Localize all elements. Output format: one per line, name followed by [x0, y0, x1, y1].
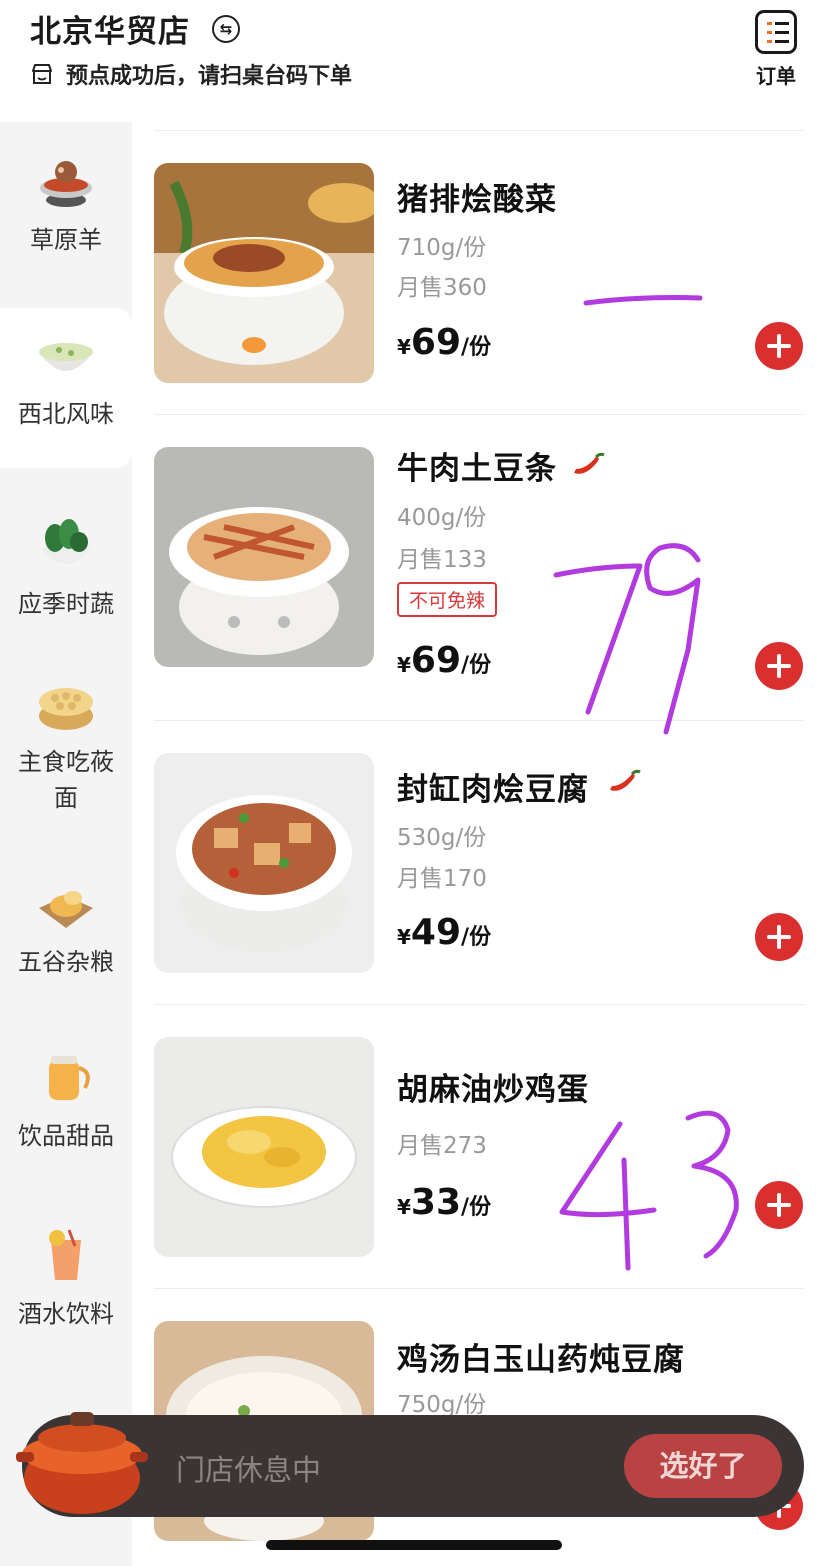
dish-price: ¥69/份 [397, 640, 491, 681]
currency-symbol: ¥ [397, 335, 411, 359]
price-value: 69 [410, 640, 462, 681]
dish-sales: 月售133 [397, 547, 487, 573]
price-value: 33 [410, 1182, 462, 1223]
divider [154, 720, 804, 721]
dish-weight: 710g/份 [397, 235, 487, 261]
sidebar-item-label: 应季时蔬 [18, 590, 114, 618]
sidebar-item-label: 主食吃莜面 [18, 748, 114, 812]
dish-sales: 月售360 [397, 275, 487, 301]
add-to-cart-button[interactable] [755, 642, 803, 690]
dish-name: 封缸肉烩豆腐 [397, 772, 589, 808]
sidebar-item-label: 酒水饮料 [18, 1300, 114, 1328]
order-label: 订单 [756, 64, 796, 88]
soup-bowl-icon [39, 343, 93, 371]
store-name[interactable]: 北京华贸店 [30, 6, 190, 51]
sidebar-item-label: 五谷杂粮 [18, 948, 114, 976]
sidebar-item-label: 草原羊 [30, 226, 102, 254]
grain-snack-icon [39, 891, 93, 928]
currency-symbol: ¥ [397, 1195, 411, 1219]
sidebar-item-staple[interactable]: 主食吃莜面 [0, 678, 132, 816]
dish-name: 牛肉土豆条 [397, 451, 557, 487]
shop-icon [32, 64, 52, 84]
sidebar-item-vegetables[interactable]: 应季时蔬 [0, 514, 132, 622]
sidebar-item-grains[interactable]: 五谷杂粮 [0, 878, 132, 980]
divider [154, 1004, 804, 1005]
dish-list: 猪排烩酸菜 710g/份 月售360 ¥69/份 牛肉土豆条 400g/份 月售… [132, 122, 828, 1566]
dish-name: 胡麻油炒鸡蛋 [397, 1072, 589, 1108]
price-value: 69 [410, 322, 462, 363]
dish-price: ¥49/份 [397, 912, 491, 953]
vegetable-bowl-icon [41, 519, 91, 564]
divider [154, 1288, 804, 1289]
price-unit: /份 [461, 335, 492, 360]
chili-icon [574, 452, 605, 474]
add-to-cart-button[interactable] [755, 1181, 803, 1229]
steamer-icon [39, 688, 93, 730]
dish-name: 猪排烩酸菜 [397, 182, 557, 218]
sidebar-item-beverages[interactable]: 酒水饮料 [0, 1226, 132, 1332]
dish-image[interactable] [154, 753, 374, 973]
category-sidebar: 草原羊 西北风味 应季时蔬 主食吃莜面 五谷杂粮 饮品甜品 酒水饮料 [0, 122, 132, 1566]
dish-sales: 月售273 [397, 1133, 487, 1159]
dish-sales: 月售170 [397, 866, 487, 892]
dish-image[interactable] [154, 447, 374, 667]
sidebar-item-northwest[interactable]: 西北风味 [0, 308, 132, 468]
sidebar-item-label: 饮品甜品 [18, 1122, 114, 1150]
home-indicator[interactable] [266, 1540, 562, 1550]
store-closed-status: 门店休息中 [176, 1453, 322, 1487]
dish-image[interactable] [154, 1037, 374, 1257]
dish-weight: 530g/份 [397, 825, 487, 851]
teapot-icon [49, 1056, 90, 1100]
header: 北京华贸店 ⇆ 预点成功后，请扫桌台码下单 订单 [0, 0, 828, 122]
currency-symbol: ¥ [397, 925, 411, 949]
price-value: 49 [410, 912, 462, 953]
no-spice-removal-tag: 不可免辣 [397, 582, 498, 617]
divider [154, 130, 804, 131]
checkout-button[interactable]: 选好了 [624, 1434, 782, 1498]
price-unit: /份 [461, 653, 492, 678]
sidebar-item-label: 西北风味 [18, 400, 114, 428]
dish-image[interactable] [154, 163, 374, 383]
order-button[interactable]: 订单 [752, 10, 800, 89]
sidebar-item-drinks-desserts[interactable]: 饮品甜品 [0, 1050, 132, 1154]
dish-weight: 400g/份 [397, 505, 487, 531]
cart-pot-icon[interactable] [14, 1398, 150, 1518]
divider [154, 414, 804, 415]
order-list-icon [755, 10, 797, 54]
currency-symbol: ¥ [397, 653, 411, 677]
add-to-cart-button[interactable] [755, 913, 803, 961]
lamb-hotpot-icon [40, 161, 92, 207]
chili-icon [610, 769, 641, 791]
price-unit: /份 [461, 1195, 492, 1220]
sidebar-item-lamb[interactable]: 草原羊 [0, 150, 132, 258]
add-to-cart-button[interactable] [755, 322, 803, 370]
notice-text: 预点成功后，请扫桌台码下单 [66, 64, 353, 89]
price-unit: /份 [461, 925, 492, 950]
dish-name: 鸡汤白玉山药炖豆腐 [397, 1342, 685, 1378]
preorder-notice: 预点成功后，请扫桌台码下单 [30, 58, 352, 90]
dish-price: ¥69/份 [397, 322, 491, 363]
juice-cup-icon [49, 1229, 81, 1280]
switch-store-icon[interactable]: ⇆ [212, 15, 240, 43]
dish-weight: 750g/份 [397, 1392, 487, 1418]
dish-price: ¥33/份 [397, 1182, 491, 1223]
